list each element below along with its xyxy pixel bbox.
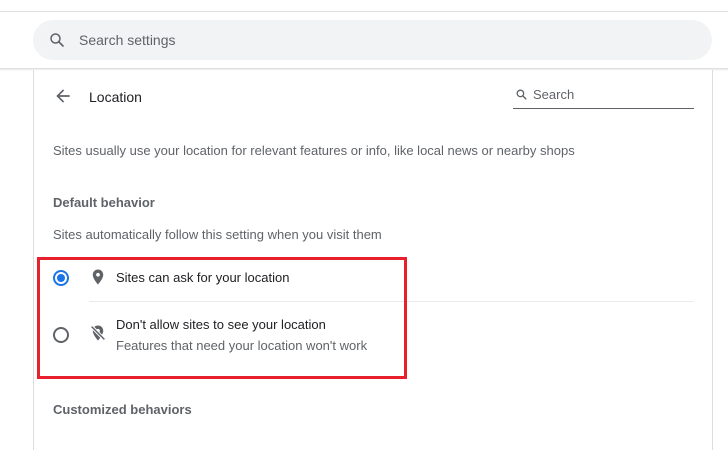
option-divider [89,301,694,302]
location-description: Sites usually use your location for rele… [53,143,575,158]
option-sites-can-ask-label: Sites can ask for your location [116,270,290,285]
option-dont-allow-sublabel: Features that need your location won't w… [116,338,368,353]
customized-behaviors-heading: Customized behaviors [53,402,192,417]
option-dont-allow-label: Don't allow sites to see your location [116,317,326,332]
back-arrow-icon[interactable] [53,86,73,106]
default-behavior-subtext: Sites automatically follow this setting … [53,227,382,242]
location-search-placeholder: Search [533,87,575,102]
settings-toolbar: Search settings [0,12,728,68]
page-title: Location [89,89,142,105]
location-pin-icon [92,269,104,285]
option-sites-can-ask[interactable]: Sites can ask for your location [34,260,712,300]
default-behavior-heading: Default behavior [53,195,155,210]
radio-sites-can-ask[interactable] [53,270,69,286]
search-icon [516,89,527,100]
radio-dont-allow[interactable] [53,327,69,343]
location-off-icon [90,325,106,341]
location-settings-card: Location Search Sites usually use your l… [33,70,713,450]
search-settings-placeholder: Search settings [79,32,176,48]
location-search-input[interactable]: Search [513,85,694,109]
search-settings-input[interactable]: Search settings [33,20,712,60]
search-icon [50,33,64,47]
option-dont-allow[interactable]: Don't allow sites to see your location F… [34,310,712,358]
